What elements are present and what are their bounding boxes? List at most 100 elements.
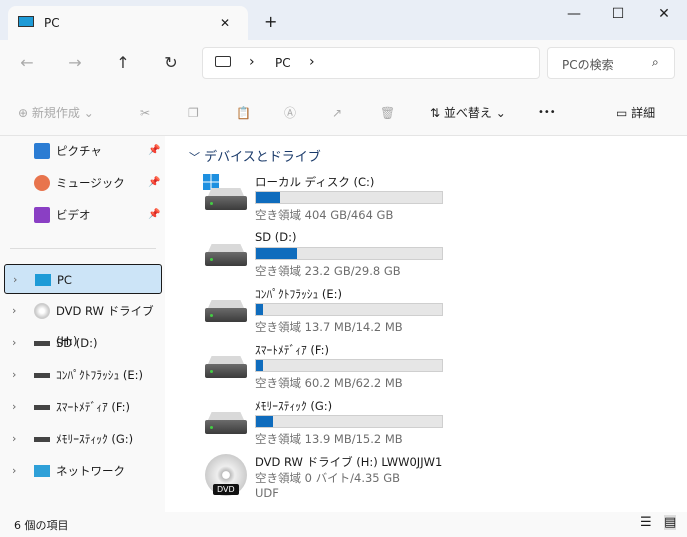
dvd-icon — [34, 303, 50, 319]
minimize-button[interactable]: — — [556, 6, 592, 26]
drive-f[interactable]: ｽﾏｰﾄﾒﾃﾞｨｱ (F:) 空き領域 60.2 MB/62.2 MB — [201, 342, 461, 398]
drive-e[interactable]: ｺﾝﾊﾟｸﾄﾌﾗｯｼｭ (E:) 空き領域 13.7 MB/14.2 MB — [201, 286, 461, 342]
drive-name: DVD RW ドライブ (H:) LWW0JJW1 — [255, 455, 443, 469]
hard-drive-icon — [205, 364, 247, 378]
group-title: デバイスとドライブ — [204, 150, 321, 165]
usage-bar — [255, 359, 443, 372]
pc-icon — [35, 274, 51, 286]
breadcrumb-pc[interactable]: PC — [275, 56, 291, 70]
pc-icon — [215, 56, 231, 67]
drive-icon — [34, 373, 50, 378]
tab-title: PC — [44, 16, 60, 30]
drive-name: ローカル ディスク (C:) — [255, 175, 375, 189]
status-bar: 6 個の項目 ☰ ▤ — [0, 512, 687, 537]
chevron-right-icon[interactable]: › — [13, 265, 17, 295]
item-count: 6 個の項目 — [14, 519, 69, 532]
sidebar-item-compactflash[interactable]: › ｺﾝﾊﾟｸﾄﾌﾗｯｼｭ (E:) — [4, 360, 162, 390]
up-button[interactable]: ↑ — [108, 48, 138, 78]
drive-icon — [34, 405, 50, 410]
new-label: 新規作成 — [31, 106, 80, 120]
sidebar-item-pc[interactable]: › PC — [4, 264, 162, 294]
dvd-badge: DVD — [213, 484, 239, 495]
chevron-right-icon[interactable]: › — [12, 296, 16, 326]
pin-icon[interactable]: 📌 — [148, 168, 160, 198]
sidebar-item-smartmedia[interactable]: › ｽﾏｰﾄﾒﾃﾞｨｱ (F:) — [4, 392, 162, 422]
tiles-view-icon[interactable]: ▤ — [664, 515, 677, 530]
new-button[interactable]: ⊕ 新規作成 ⌄ — [18, 102, 94, 124]
usage-fill — [256, 416, 273, 427]
forward-button[interactable]: → — [60, 48, 90, 78]
pc-icon — [18, 16, 34, 27]
hard-drive-icon — [205, 252, 247, 266]
free-space: 空き領域 60.2 MB/62.2 MB — [255, 376, 403, 390]
drive-icon — [34, 341, 50, 346]
drive-name: ｽﾏｰﾄﾒﾃﾞｨｱ (F:) — [255, 343, 329, 357]
sidebar-item-music[interactable]: ミュージック 📌 — [4, 168, 162, 198]
free-space: 空き領域 13.9 MB/15.2 MB — [255, 432, 403, 446]
chevron-right-icon[interactable]: › — [12, 424, 16, 454]
delete-icon[interactable]: 🗑 — [380, 102, 395, 124]
drive-c[interactable]: ローカル ディスク (C:) 空き領域 404 GB/464 GB — [201, 174, 461, 230]
usage-bar — [255, 303, 443, 316]
usage-fill — [256, 248, 297, 259]
search-icon: ⌕ — [652, 55, 659, 69]
hard-drive-icon — [205, 420, 247, 434]
divider — [10, 248, 156, 249]
free-space: 空き領域 0 バイト/4.35 GB — [255, 471, 401, 485]
sidebar-item-memorystick[interactable]: › ﾒﾓﾘｰｽﾃｨｯｸ (G:) — [4, 424, 162, 454]
sort-label: 並べ替え — [443, 106, 492, 120]
back-button[interactable]: ← — [12, 48, 42, 78]
free-space: 空き領域 23.2 GB/29.8 GB — [255, 264, 401, 278]
drive-d[interactable]: SD (D:) 空き領域 23.2 GB/29.8 GB — [201, 230, 461, 286]
sidebar-item-videos[interactable]: ビデオ 📌 — [4, 200, 162, 230]
sidebar-item-dvd[interactable]: › DVD RW ドライブ (H:) — [4, 296, 162, 348]
more-button[interactable]: ••• — [538, 102, 556, 124]
file-list: ﹀ デバイスとドライブ ローカル ディスク (C:) 空き領域 404 GB/4… — [165, 136, 687, 512]
network-icon — [34, 465, 50, 477]
windows-logo-icon — [203, 174, 219, 190]
navigation-bar: ← → ↑ ↻ › PC › PCの検索 ⌕ — [0, 40, 687, 90]
file-system: UDF — [255, 486, 279, 500]
pin-icon[interactable]: 📌 — [148, 136, 160, 166]
copy-icon[interactable]: ❐ — [188, 102, 199, 124]
sidebar-item-network[interactable]: › ネットワーク — [4, 456, 162, 486]
chevron-right-icon[interactable]: › — [12, 392, 16, 422]
details-label: 詳細 — [631, 106, 656, 120]
usage-fill — [256, 192, 281, 203]
sidebar-item-sd[interactable]: › SD (D:) — [4, 328, 162, 358]
group-header[interactable]: ﹀ デバイスとドライブ — [189, 146, 321, 165]
hard-drive-icon — [205, 196, 247, 210]
search-input[interactable]: PCの検索 ⌕ — [547, 47, 675, 79]
maximize-button[interactable]: ☐ — [600, 6, 636, 26]
usage-bar — [255, 415, 443, 428]
tab-pc[interactable]: PC ✕ — [8, 6, 248, 40]
chevron-right-icon[interactable]: › — [12, 360, 16, 390]
videos-icon — [34, 207, 50, 223]
close-button[interactable]: ✕ — [646, 6, 682, 26]
refresh-button[interactable]: ↻ — [156, 48, 186, 78]
breadcrumb-separator[interactable]: › — [309, 54, 315, 70]
paste-icon[interactable]: 📋 — [236, 102, 251, 124]
address-bar[interactable]: › PC › — [202, 47, 540, 79]
cut-icon[interactable]: ✂ — [140, 102, 150, 124]
details-button[interactable]: ▭ 詳細 — [616, 102, 655, 124]
chevron-down-icon: ﹀ — [189, 151, 200, 164]
chevron-right-icon[interactable]: › — [12, 456, 16, 486]
sidebar-item-pictures[interactable]: ピクチャ 📌 — [4, 136, 162, 166]
drive-g[interactable]: ﾒﾓﾘｰｽﾃｨｯｸ (G:) 空き領域 13.9 MB/15.2 MB — [201, 398, 461, 454]
usage-bar — [255, 191, 443, 204]
rename-icon[interactable]: Ⓐ — [284, 102, 296, 124]
new-tab-button[interactable]: + — [264, 12, 277, 31]
drive-h-dvd[interactable]: DVD DVD RW ドライブ (H:) LWW0JJW1 空き領域 0 バイト… — [201, 454, 461, 510]
tab-close-button[interactable]: ✕ — [220, 16, 230, 30]
details-view-icon[interactable]: ☰ — [640, 515, 652, 530]
chevron-right-icon[interactable]: › — [12, 328, 16, 358]
sort-button[interactable]: ⇅ 並べ替え ⌄ — [430, 102, 506, 124]
usage-fill — [256, 304, 264, 315]
drive-name: ﾒﾓﾘｰｽﾃｨｯｸ (G:) — [255, 399, 333, 413]
navigation-pane: ピクチャ 📌 ミュージック 📌 ビデオ 📌 › PC › DVD RW ドライブ… — [0, 136, 175, 512]
share-icon[interactable]: ↗ — [332, 102, 342, 124]
drive-name: ｺﾝﾊﾟｸﾄﾌﾗｯｼｭ (E:) — [255, 287, 343, 301]
pin-icon[interactable]: 📌 — [148, 200, 160, 230]
free-space: 空き領域 404 GB/464 GB — [255, 208, 394, 222]
